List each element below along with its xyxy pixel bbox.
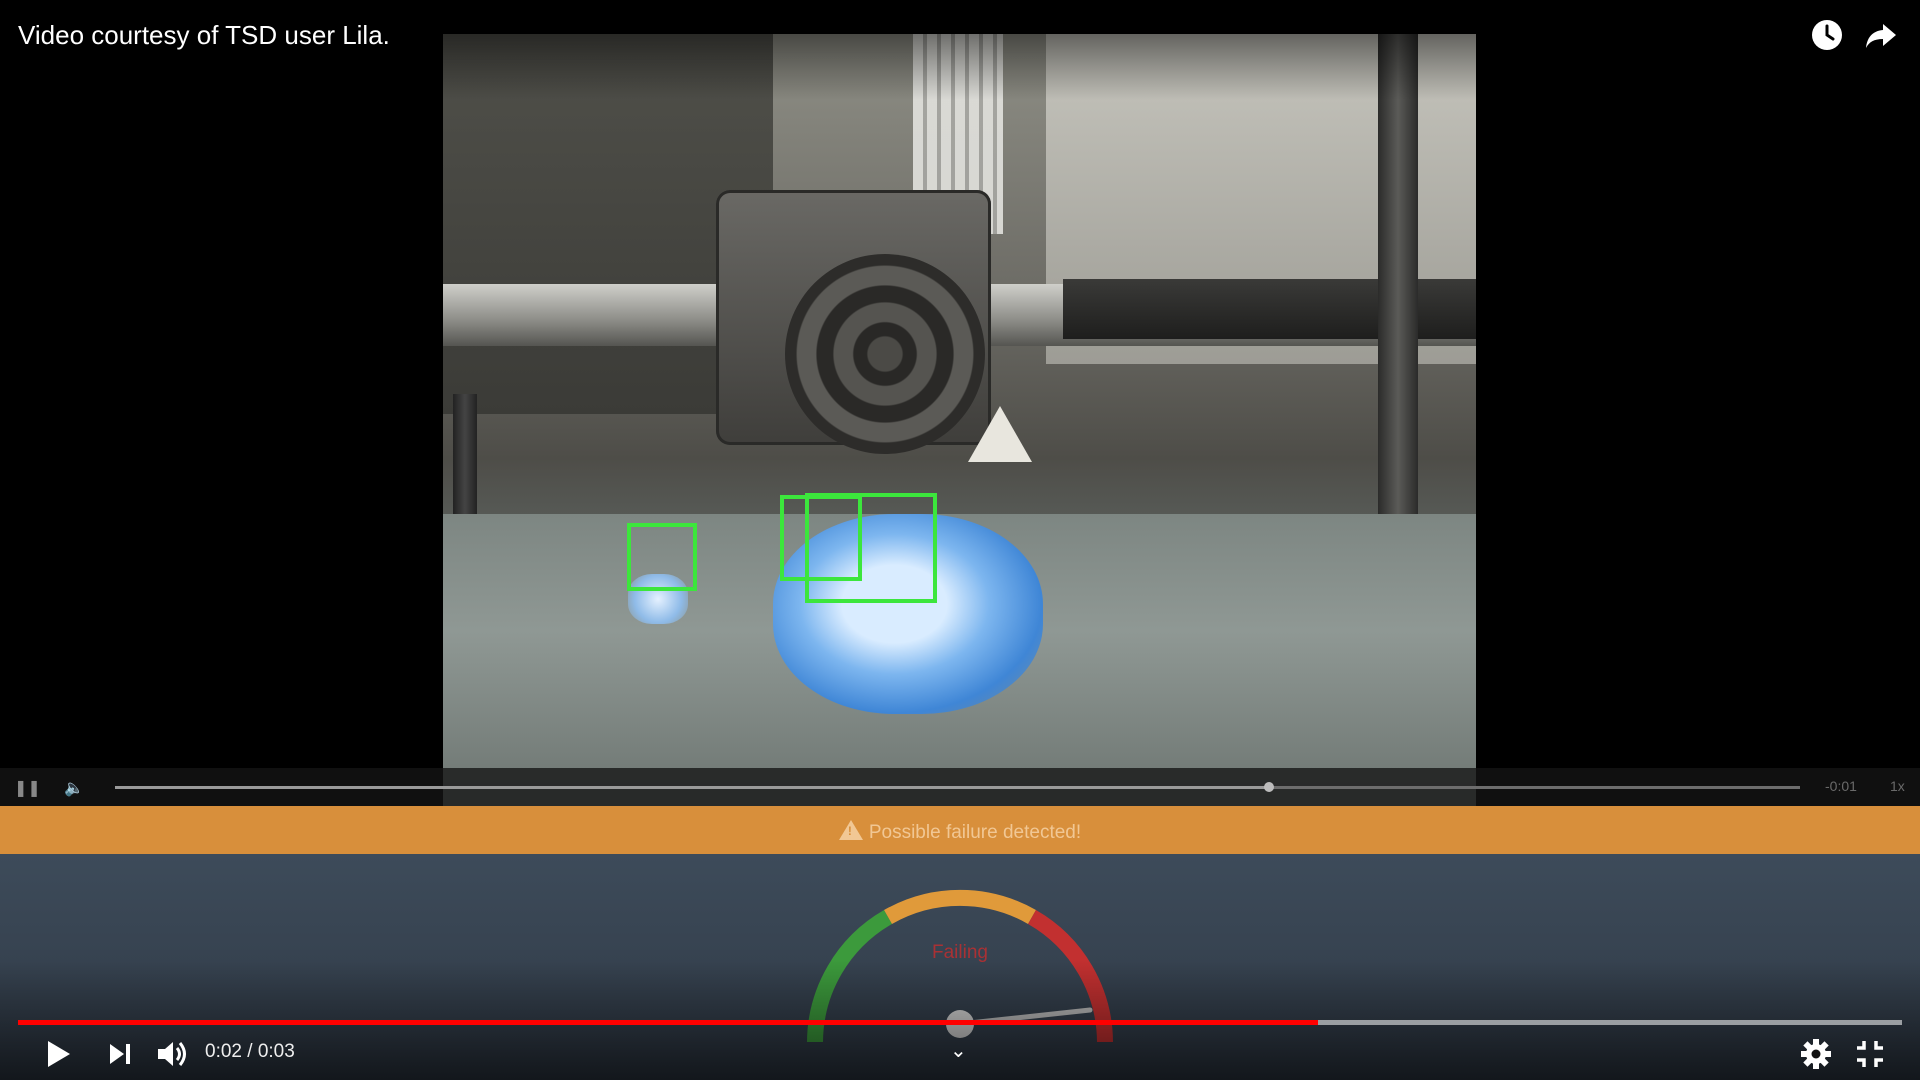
next-button[interactable] (102, 1036, 138, 1072)
clock-icon[interactable] (1810, 18, 1844, 52)
warning-sticker-icon (968, 406, 1032, 462)
duration: 0:03 (257, 1041, 295, 1062)
exit-fullscreen-button[interactable] (1852, 1036, 1888, 1072)
video-player[interactable]: ❚❚ 🔈 -0:01 1x Possible failure detected!… (0, 0, 1920, 1080)
time-display: 0:02 / 0:03 (205, 1041, 295, 1063)
detection-box (805, 493, 937, 603)
progress-played (18, 1020, 1318, 1025)
settings-button[interactable] (1798, 1036, 1834, 1072)
embedded-player-bar: ❚❚ 🔈 -0:01 1x (0, 768, 1920, 806)
chevron-down-icon[interactable]: ⌄ (950, 1038, 967, 1063)
exit-fullscreen-icon (1857, 1041, 1883, 1067)
fan-icon (785, 254, 985, 454)
embedded-speed: 1x (1890, 778, 1905, 794)
video-title[interactable]: Video courtesy of TSD user Lila. (18, 20, 390, 51)
alert-text: Possible failure detected! (868, 822, 1082, 843)
warning-icon (838, 820, 863, 840)
embedded-progress-track (115, 782, 1800, 792)
play-icon (48, 1041, 70, 1067)
mute-icon: 🔈 (64, 780, 84, 797)
detection-box (627, 523, 697, 591)
skip-next-icon (110, 1044, 130, 1064)
gear-icon (1801, 1039, 1831, 1069)
volume-icon (158, 1042, 186, 1066)
play-button[interactable] (40, 1036, 76, 1072)
embedded-progress-knob (1264, 782, 1275, 792)
time-separator: / (247, 1041, 253, 1062)
embedded-time: -0:01 (1825, 778, 1857, 794)
failure-alert-banner: Possible failure detected! (0, 806, 1920, 854)
progress-bar[interactable] (18, 1020, 1902, 1025)
current-time: 0:02 (205, 1041, 242, 1062)
volume-button[interactable] (154, 1036, 190, 1072)
share-icon[interactable] (1864, 18, 1898, 52)
pause-icon: ❚❚ (14, 780, 41, 797)
printer-camera-feed (443, 34, 1476, 806)
